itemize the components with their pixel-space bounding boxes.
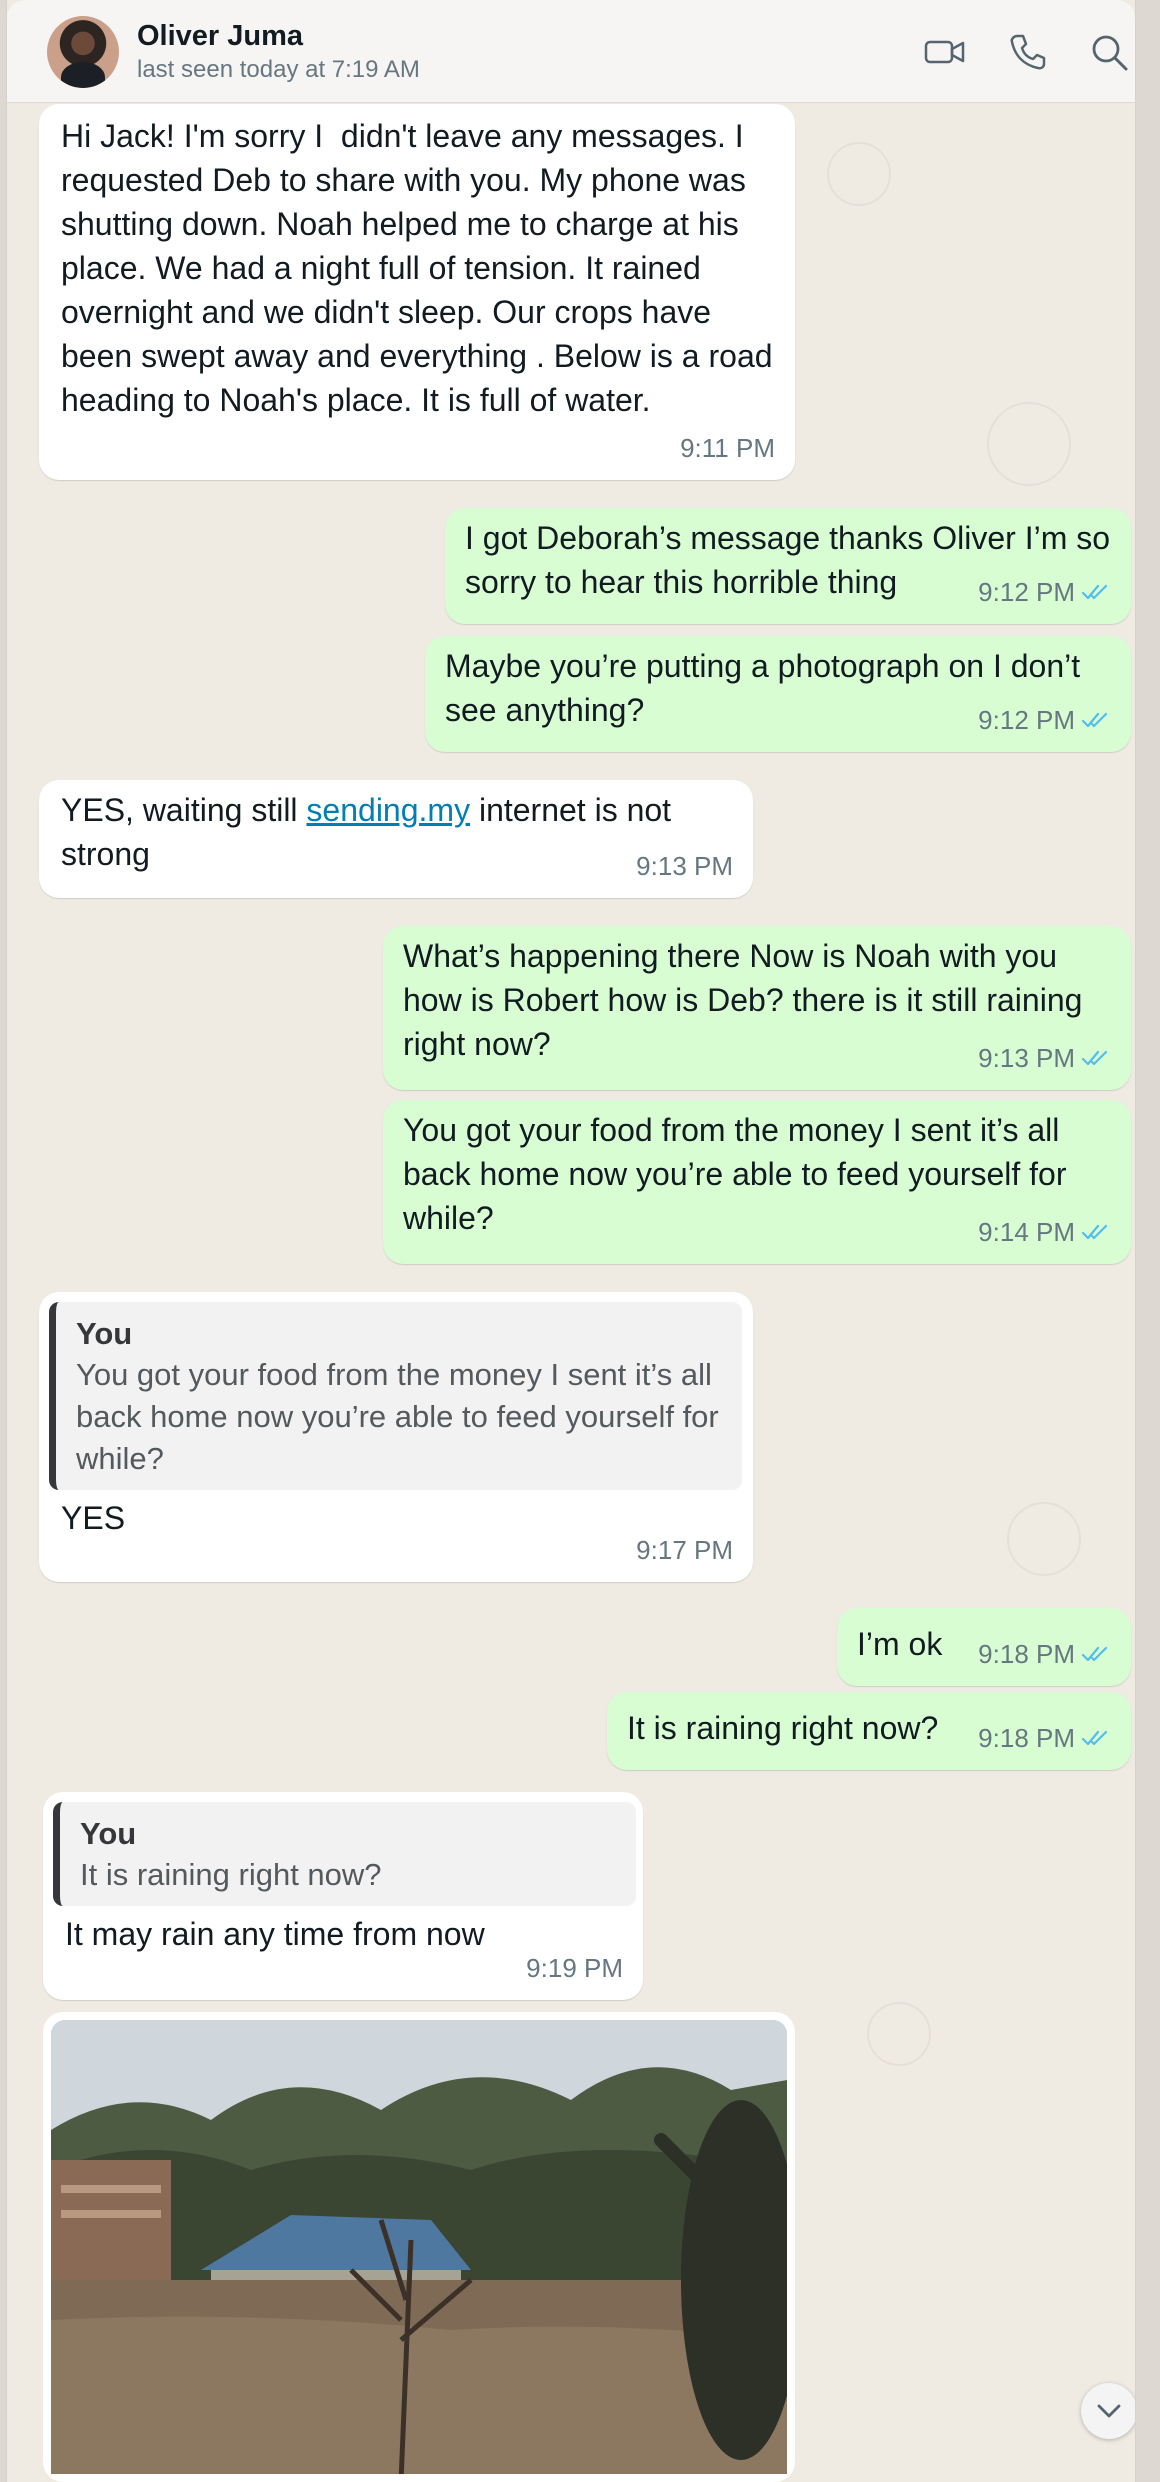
message-incoming-reply[interactable]: You It is raining right now? It may rain… — [43, 1792, 643, 2000]
quoted-message[interactable]: You It is raining right now? — [53, 1802, 636, 1906]
read-receipt-icon — [1081, 1646, 1108, 1662]
message-time: 9:11 PM — [680, 433, 775, 463]
photo-illustration — [51, 2020, 787, 2474]
contact-avatar[interactable] — [47, 16, 119, 88]
contact-name[interactable]: Oliver Juma — [137, 20, 303, 53]
message-outgoing[interactable]: It is raining right now? 9:18 PM — [607, 1692, 1131, 1770]
message-time: 9:19 PM — [526, 1953, 623, 1983]
scroll-to-bottom-button[interactable] — [1081, 2383, 1135, 2439]
phone-call-icon[interactable] — [1005, 30, 1049, 74]
message-text: Hi Jack! I'm sorry I didn't leave any me… — [61, 118, 782, 418]
video-call-icon[interactable] — [923, 30, 967, 74]
flooded-road-photo[interactable] — [51, 2020, 787, 2474]
message-time: 9:18 PM — [978, 1632, 1111, 1676]
message-time: 9:13 PM — [978, 1036, 1111, 1080]
read-receipt-icon — [1081, 712, 1108, 728]
quoted-message[interactable]: You You got your food from the money I s… — [49, 1302, 742, 1490]
quoted-text: It is raining right now? — [80, 1857, 382, 1892]
message-outgoing[interactable]: Maybe you’re putting a photograph on I d… — [425, 636, 1131, 752]
quoted-author: You — [76, 1316, 133, 1351]
message-time: 9:13 PM — [636, 851, 733, 881]
message-outgoing[interactable]: What’s happening there Now is Noah with … — [383, 926, 1131, 1090]
message-link[interactable]: sending.my — [306, 792, 470, 828]
read-receipt-icon — [1081, 1224, 1108, 1240]
message-incoming-reply[interactable]: You You got your food from the money I s… — [39, 1292, 753, 1582]
message-time: 9:12 PM — [978, 698, 1111, 742]
message-outgoing[interactable]: I got Deborah’s message thanks Oliver I’… — [445, 508, 1131, 624]
chat-window: Oliver Juma last seen today at 7:19 AM H… — [6, 0, 1136, 2482]
message-outgoing[interactable]: I’m ok 9:18 PM — [837, 1608, 1131, 1686]
message-incoming-photo[interactable] — [43, 2012, 795, 2482]
message-incoming[interactable]: Hi Jack! I'm sorry I didn't leave any me… — [39, 104, 795, 480]
read-receipt-icon — [1081, 584, 1108, 600]
message-time: 9:18 PM — [978, 1716, 1111, 1760]
message-time: 9:14 PM — [978, 1210, 1111, 1254]
read-receipt-icon — [1081, 1050, 1108, 1066]
chat-header: Oliver Juma last seen today at 7:19 AM — [7, 0, 1135, 103]
message-time: 9:12 PM — [978, 570, 1111, 614]
quoted-text: You got your food from the money I sent … — [76, 1357, 719, 1476]
message-list: Hi Jack! I'm sorry I didn't leave any me… — [7, 102, 1135, 2482]
chevron-down-icon — [1097, 2404, 1121, 2418]
message-incoming[interactable]: YES, waiting still sending.my internet i… — [39, 780, 753, 898]
contact-last-seen: last seen today at 7:19 AM — [137, 56, 420, 83]
message-text: YES, waiting still sending.my internet i… — [61, 792, 680, 872]
message-outgoing[interactable]: You got your food from the money I sent … — [383, 1100, 1131, 1264]
quoted-author: You — [80, 1816, 137, 1851]
read-receipt-icon — [1081, 1730, 1108, 1746]
search-icon[interactable] — [1087, 30, 1131, 74]
message-time: 9:17 PM — [636, 1535, 733, 1565]
